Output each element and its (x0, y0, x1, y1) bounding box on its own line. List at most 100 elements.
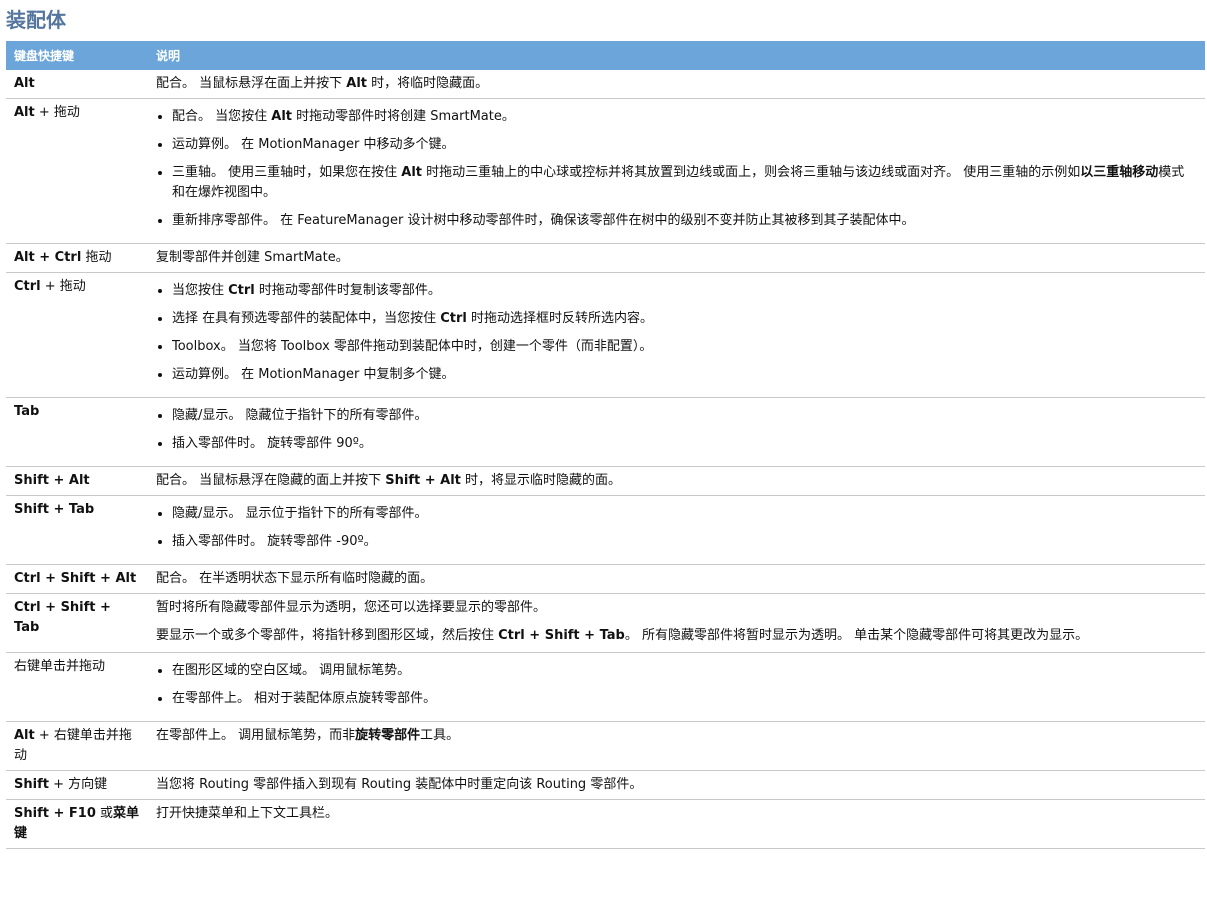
shortcut-description: 隐藏/显示。 显示位于指针下的所有零部件。插入零部件时。 旋转零部件 -90º。 (148, 495, 1205, 565)
text-run: 或 (95, 806, 113, 821)
bold-text: Shift + F10 (14, 806, 96, 821)
text-run: 。 所有隐藏零部件将暂时显示为透明。 单击某个隐藏零部件可将其更改为显示。 (624, 628, 1089, 643)
text-run: 时，将临时隐藏面。 (367, 76, 489, 91)
shortcut-key: Ctrl + 拖动 (6, 272, 148, 398)
table-row: 右键单击并拖动 在图形区域的空白区域。 调用鼠标笔势。在零部件上。 相对于装配体原… (6, 652, 1205, 722)
list-item: Toolbox。 当您将 Toolbox 零部件拖动到装配体中时，创建一个零件（… (172, 337, 1197, 357)
bold-text: Alt + Ctrl (14, 250, 82, 265)
list-item: 三重轴。 使用三重轴时，如果您在按住 Alt 时拖动三重轴上的中心球或控标并将其… (172, 163, 1197, 203)
shortcut-key: Alt + 拖动 (6, 98, 148, 244)
bold-text: Alt (14, 76, 35, 91)
header-description: 说明 (148, 41, 1205, 70)
bold-text: Ctrl (14, 279, 41, 294)
bold-text: Shift + Alt (385, 473, 461, 488)
page: 装配体 键盘快捷键 说明 Alt 配合。 当鼠标悬浮在面上并按下 Alt 时，将临… (0, 0, 1205, 849)
text-run: 运动算例。 在 MotionManager 中移动多个键。 (172, 137, 455, 152)
shortcut-description: 隐藏/显示。 隐藏位于指针下的所有零部件。插入零部件时。 旋转零部件 90º。 (148, 397, 1205, 467)
bold-text: Alt (346, 76, 367, 91)
list-item: 运动算例。 在 MotionManager 中移动多个键。 (172, 135, 1197, 155)
text-run: Toolbox。 当您将 Toolbox 零部件拖动到装配体中时，创建一个零件（… (172, 339, 653, 354)
text-run: 在零部件上。 相对于装配体原点旋转零部件。 (172, 691, 437, 706)
text-run: 当您将 Routing 零部件插入到现有 Routing 装配体中时重定向该 R… (156, 777, 643, 792)
description-list: 当您按住 Ctrl 时拖动零部件时复制该零部件。选择 在具有预选零部件的装配体中… (156, 281, 1197, 385)
bold-text: Ctrl + Shift + Tab (14, 600, 111, 635)
text-run: + 拖动 (34, 105, 80, 120)
shortcut-description: 在零部件上。 调用鼠标笔势，而非旋转零部件工具。 (148, 721, 1205, 771)
table-row: Shift + 方向键 当您将 Routing 零部件插入到现有 Routing … (6, 770, 1205, 800)
table-row: Alt + Ctrl 拖动 复制零部件并创建 SmartMate。 (6, 243, 1205, 273)
table-row: Ctrl + Shift + Alt 配合。 在半透明状态下显示所有临时隐藏的面。 (6, 564, 1205, 594)
shortcut-description: 在图形区域的空白区域。 调用鼠标笔势。在零部件上。 相对于装配体原点旋转零部件。 (148, 652, 1205, 722)
header-key: 键盘快捷键 (6, 41, 148, 70)
bold-text: Shift (14, 777, 49, 792)
shortcut-key: Shift + Tab (6, 495, 148, 565)
shortcut-description: 配合。 当鼠标悬浮在面上并按下 Alt 时，将临时隐藏面。 (148, 70, 1205, 99)
bold-text: Shift + Tab (14, 502, 95, 517)
description-list: 隐藏/显示。 隐藏位于指针下的所有零部件。插入零部件时。 旋转零部件 90º。 (156, 406, 1197, 454)
text-run: 选择 在具有预选零部件的装配体中，当您按住 (172, 311, 441, 326)
shortcut-key: Shift + F10 或菜单键 (6, 799, 148, 849)
description-list: 在图形区域的空白区域。 调用鼠标笔势。在零部件上。 相对于装配体原点旋转零部件。 (156, 661, 1197, 709)
list-item: 运动算例。 在 MotionManager 中复制多个键。 (172, 365, 1197, 385)
description-list: 配合。 当您按住 Alt 时拖动零部件时将创建 SmartMate。运动算例。 … (156, 107, 1197, 231)
bold-text: Alt (271, 109, 292, 124)
shortcut-key: Ctrl + Shift + Tab (6, 593, 148, 653)
bold-text: Ctrl (228, 283, 255, 298)
table-body: Alt 配合。 当鼠标悬浮在面上并按下 Alt 时，将临时隐藏面。 Alt + 拖动… (6, 70, 1205, 849)
text-run: 配合。 当您按住 (172, 109, 272, 124)
text-run: 重新排序零部件。 在 FeatureManager 设计树中移动零部件时，确保该… (172, 213, 915, 228)
shortcut-description: 打开快捷菜单和上下文工具栏。 (148, 799, 1205, 849)
bold-text: Ctrl + Shift + Tab (498, 628, 625, 643)
shortcut-description: 配合。 当鼠标悬浮在隐藏的面上并按下 Shift + Alt 时，将显示临时隐藏… (148, 466, 1205, 496)
text-run: 拖动 (81, 250, 112, 265)
table-row: Shift + Alt 配合。 当鼠标悬浮在隐藏的面上并按下 Shift + Al… (6, 466, 1205, 496)
text-run: 右键单击并拖动 (14, 659, 106, 674)
text-run: 在图形区域的空白区域。 调用鼠标笔势。 (172, 663, 411, 678)
shortcut-description: 当您将 Routing 零部件插入到现有 Routing 装配体中时重定向该 R… (148, 770, 1205, 800)
shortcut-description: 配合。 在半透明状态下显示所有临时隐藏的面。 (148, 564, 1205, 594)
table-header: 键盘快捷键 说明 (6, 41, 1205, 70)
text-run: 时拖动零部件时将创建 SmartMate。 (292, 109, 515, 124)
shortcut-key: Shift + 方向键 (6, 770, 148, 800)
text-run: 复制零部件并创建 SmartMate。 (156, 250, 349, 265)
text-run: 时拖动选择框时反转所选内容。 (466, 311, 654, 326)
table-row: Alt + 拖动配合。 当您按住 Alt 时拖动零部件时将创建 SmartMat… (6, 98, 1205, 244)
shortcut-description: 配合。 当您按住 Alt 时拖动零部件时将创建 SmartMate。运动算例。 … (148, 98, 1205, 244)
text-run: 打开快捷菜单和上下文工具栏。 (156, 806, 339, 821)
page-title: 装配体 (6, 8, 66, 32)
text-run: 时拖动三重轴上的中心球或控标并将其放置到边线或面上，则会将三重轴与该边线或面对齐… (422, 165, 1081, 180)
bold-text: Ctrl + Shift + Alt (14, 571, 137, 586)
text-run: 当您按住 (172, 283, 229, 298)
text-run: 三重轴。 使用三重轴时，如果您在按住 (172, 165, 402, 180)
list-item: 插入零部件时。 旋转零部件 -90º。 (172, 532, 1197, 552)
shortcut-table: 键盘快捷键 说明 Alt 配合。 当鼠标悬浮在面上并按下 Alt 时，将临时隐藏面… (6, 41, 1205, 849)
text-run: 在零部件上。 调用鼠标笔势，而非 (156, 728, 356, 743)
list-item: 在图形区域的空白区域。 调用鼠标笔势。 (172, 661, 1197, 681)
list-item: 在零部件上。 相对于装配体原点旋转零部件。 (172, 689, 1197, 709)
list-item: 当您按住 Ctrl 时拖动零部件时复制该零部件。 (172, 281, 1197, 301)
table-row: Ctrl + Shift + Tab 暂时将所有隐藏零部件显示为透明，您还可以选择… (6, 593, 1205, 653)
shortcut-key: Alt (6, 70, 148, 99)
shortcut-description: 暂时将所有隐藏零部件显示为透明，您还可以选择要显示的零部件。 要显示一个或多个零部… (148, 593, 1205, 653)
shortcut-key: Ctrl + Shift + Alt (6, 564, 148, 594)
table-row: Shift + Tab 隐藏/显示。 显示位于指针下的所有零部件。插入零部件时。 … (6, 495, 1205, 565)
table-row: Alt 配合。 当鼠标悬浮在面上并按下 Alt 时，将临时隐藏面。 (6, 70, 1205, 99)
text-run: 时，将显示临时隐藏的面。 (460, 473, 622, 488)
text-run: 工具。 (420, 728, 460, 743)
list-item: 选择 在具有预选零部件的装配体中，当您按住 Ctrl 时拖动选择框时反转所选内容… (172, 309, 1197, 329)
text-run: + 方向键 (48, 777, 108, 792)
text-run: 隐藏/显示。 显示位于指针下的所有零部件。 (172, 506, 428, 521)
table-row: Tab 隐藏/显示。 隐藏位于指针下的所有零部件。插入零部件时。 旋转零部件 90… (6, 397, 1205, 467)
shortcut-key: Alt + Ctrl 拖动 (6, 243, 148, 273)
shortcut-key: Tab (6, 397, 148, 467)
table-row: Ctrl + 拖动当您按住 Ctrl 时拖动零部件时复制该零部件。选择 在具有预… (6, 272, 1205, 398)
shortcut-key: 右键单击并拖动 (6, 652, 148, 722)
list-item: 重新排序零部件。 在 FeatureManager 设计树中移动零部件时，确保该… (172, 211, 1197, 231)
list-item: 隐藏/显示。 隐藏位于指针下的所有零部件。 (172, 406, 1197, 426)
bold-text: Alt (14, 728, 35, 743)
bold-text: Shift + Alt (14, 473, 90, 488)
bold-text: Tab (14, 404, 40, 419)
description-list: 隐藏/显示。 显示位于指针下的所有零部件。插入零部件时。 旋转零部件 -90º。 (156, 504, 1197, 552)
table-row: Alt + 右键单击并拖动 在零部件上。 调用鼠标笔势，而非旋转零部件工具。 (6, 721, 1205, 771)
text-run: 要显示一个或多个零部件，将指针移到图形区域，然后按住 (156, 628, 499, 643)
